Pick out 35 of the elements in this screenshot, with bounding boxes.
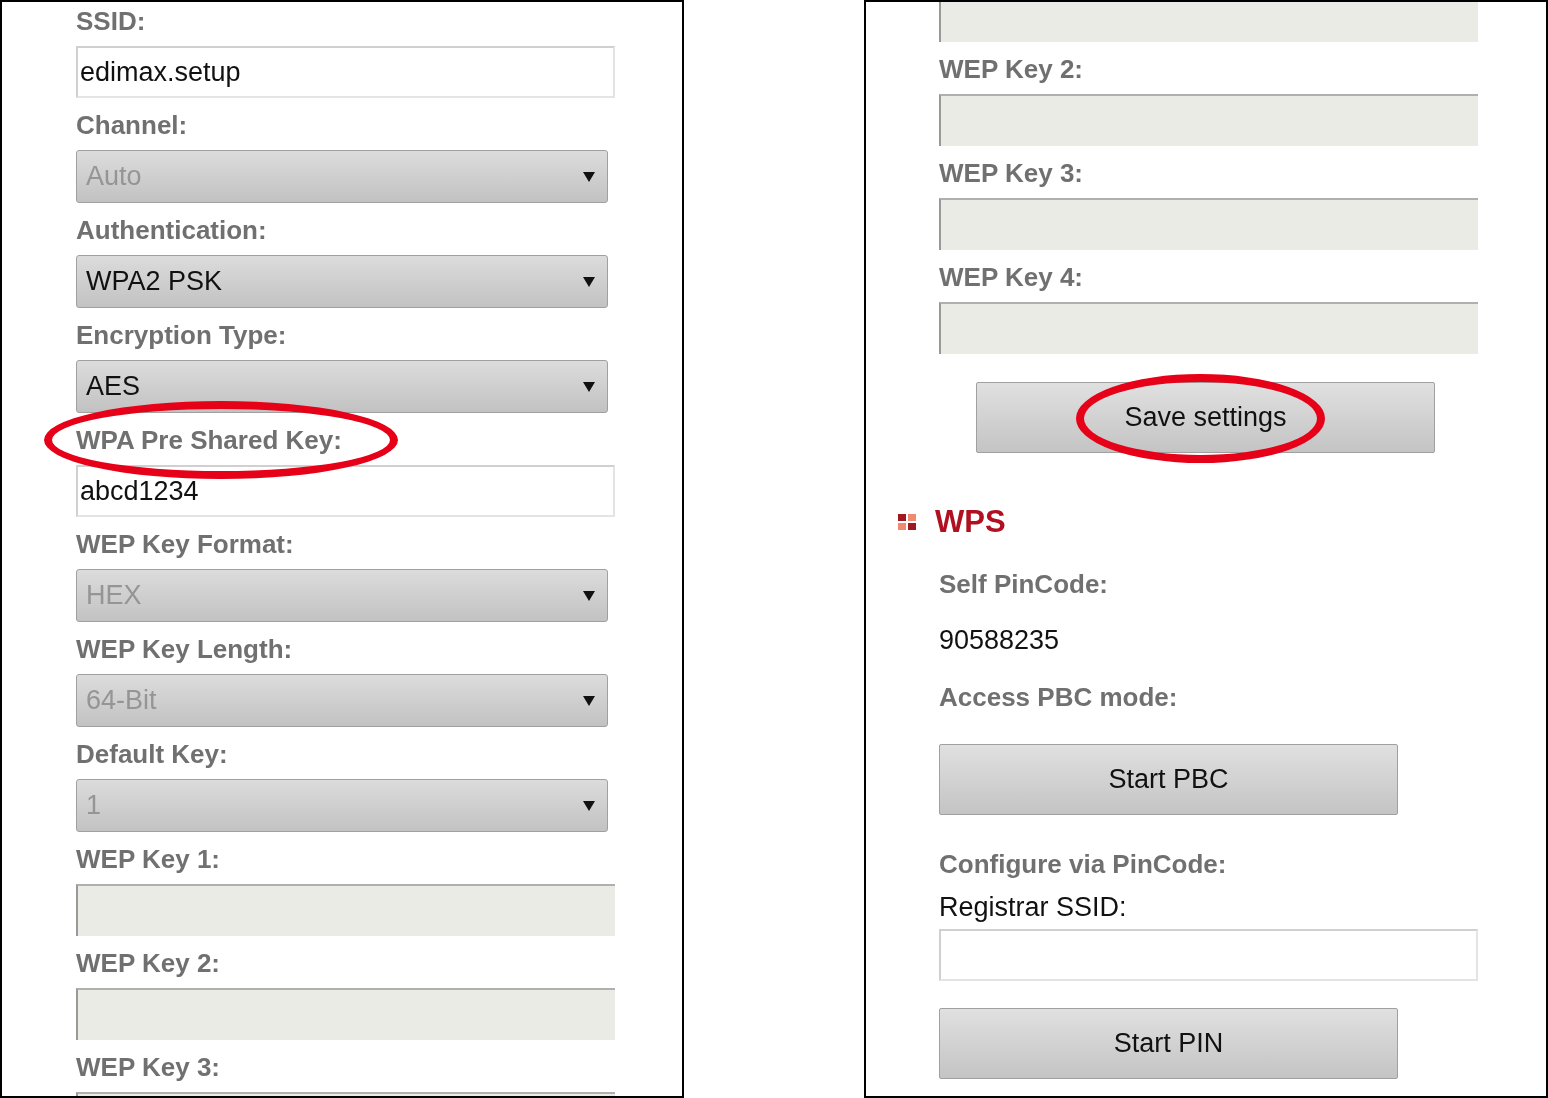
input-field[interactable] (939, 929, 1478, 981)
caret-icon (583, 589, 595, 602)
field-label: WEP Key Length: (76, 634, 293, 664)
dropdown[interactable]: AES (76, 360, 608, 413)
input-field[interactable]: abcd1234 (76, 465, 615, 517)
start-pbc-button[interactable]: Start PBC (939, 744, 1398, 815)
field-label: WEP Key 2: (939, 54, 1083, 84)
field-label: Configure via PinCode: (939, 849, 1227, 879)
field-label: Authentication: (76, 215, 267, 245)
field-label: Self PinCode: (939, 569, 1108, 599)
field-label: WEP Key 3: (76, 1052, 220, 1082)
caret-icon (583, 380, 595, 393)
field-label: WEP Key 4: (939, 262, 1083, 292)
field-label: Default Key: (76, 739, 228, 769)
dropdown[interactable]: WPA2 PSK (76, 255, 608, 308)
field-label: WEP Key Format: (76, 529, 294, 559)
caret-icon (583, 694, 595, 707)
field-label: Access PBC mode: (939, 682, 1178, 712)
field-label: WEP Key 1: (76, 844, 220, 874)
caret-icon (583, 170, 595, 183)
field-label: Encryption Type: (76, 320, 287, 350)
save-button[interactable]: Save settings (976, 382, 1435, 453)
field-label: Registrar SSID: (939, 892, 1127, 922)
pincode-value: 90588235 (939, 625, 1060, 655)
field-label: Channel: (76, 110, 188, 140)
grid-icon (898, 514, 916, 530)
input-field[interactable]: edimax.setup (76, 46, 615, 98)
field-label: WEP Key 2: (76, 948, 220, 978)
section-title: WPS (935, 505, 1006, 539)
caret-icon (583, 799, 595, 812)
caret-icon (583, 275, 595, 288)
field-label: WPA Pre Shared Key: (76, 425, 342, 455)
start-pin-button[interactable]: Start PIN (939, 1008, 1398, 1079)
field-label: SSID: (76, 6, 146, 36)
field-label: WEP Key 3: (939, 158, 1083, 188)
